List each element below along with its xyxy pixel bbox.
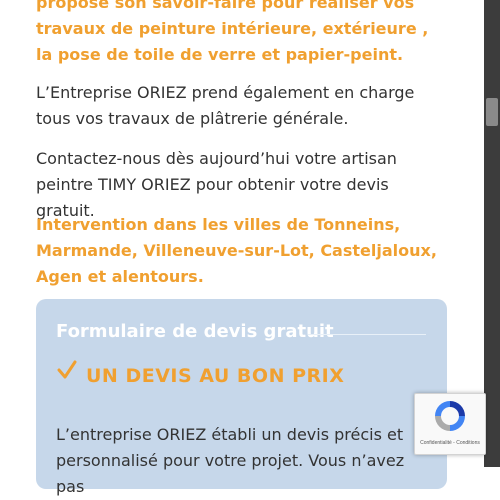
scrollbar-thumb[interactable] xyxy=(486,98,498,126)
intervention-area-text: Intervention dans les villes de Tonneins… xyxy=(36,215,437,286)
plastering-paragraph: L’Entreprise ORIEZ prend également en ch… xyxy=(36,83,415,128)
title-divider xyxy=(308,334,426,335)
intro-highlight-text: propose son savoir-faire pour réaliser v… xyxy=(36,0,429,64)
recaptcha-icon xyxy=(432,398,468,434)
recaptcha-badge[interactable]: Confidentialité - Conditions xyxy=(414,393,486,455)
checkmark-icon xyxy=(56,359,78,381)
recaptcha-footer[interactable]: Confidentialité - Conditions xyxy=(415,440,485,446)
quote-form-card: Formulaire de devis gratuit UN DEVIS AU … xyxy=(36,299,447,496)
quote-description: L’entreprise ORIEZ établi un devis préci… xyxy=(56,425,405,496)
quote-subtitle: UN DEVIS AU BON PRIX xyxy=(86,365,345,387)
vertical-scrollbar[interactable] xyxy=(484,0,500,467)
quote-form-title: Formulaire de devis gratuit xyxy=(56,321,334,342)
